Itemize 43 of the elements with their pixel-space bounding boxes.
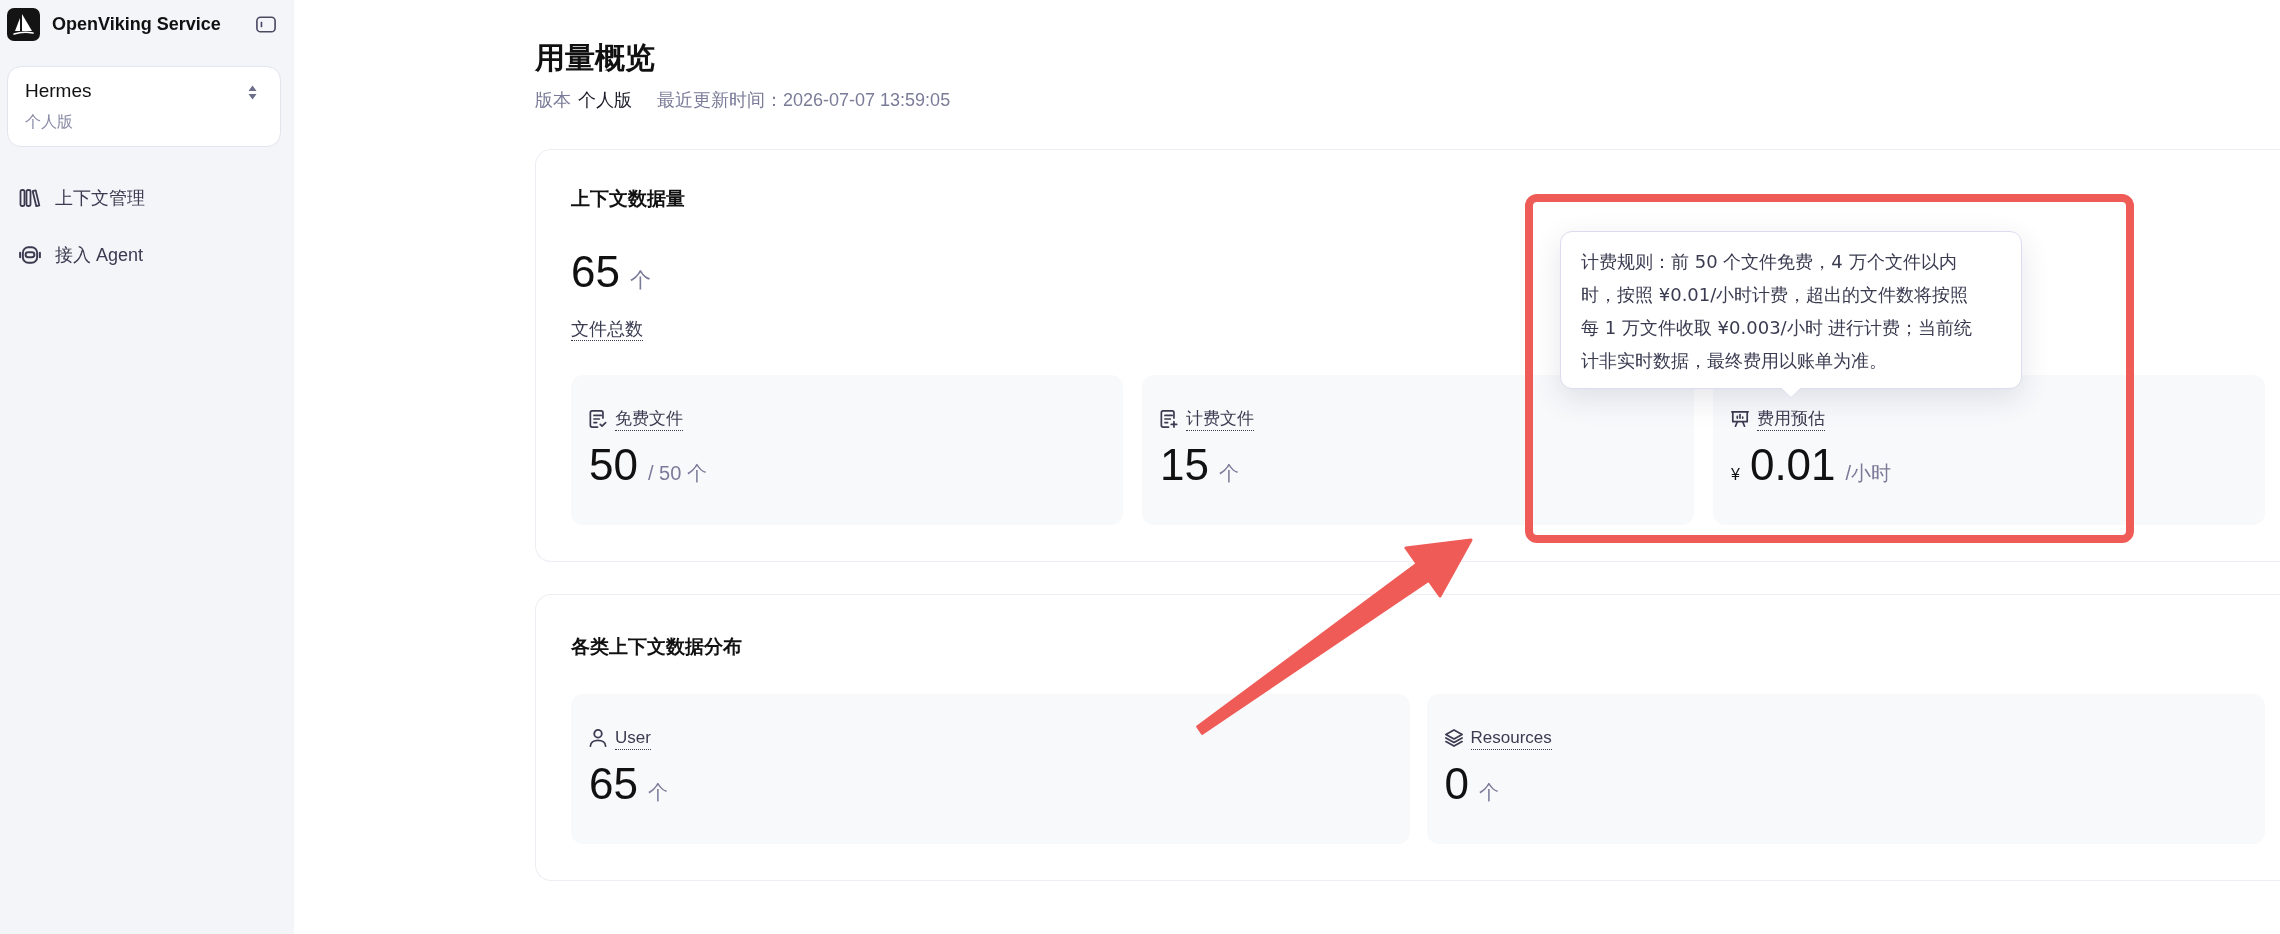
currency-symbol: ¥ (1731, 466, 1740, 484)
tooltip-pointer-icon (1781, 387, 1801, 398)
total-value: 65 (571, 246, 620, 298)
nav-item[interactable]: 接入 Agent (7, 231, 281, 279)
layers-icon (1444, 729, 1463, 747)
edition-value: 个人版 (578, 89, 632, 112)
app-name: OpenViking Service (52, 14, 221, 35)
stat-label[interactable]: 费用预估 (1757, 407, 1825, 431)
stat-unit: 个 (1479, 780, 1499, 805)
workspace-plan: 个人版 (25, 112, 74, 132)
stat-value: 15 (1160, 442, 1209, 488)
stat-label[interactable]: 免费文件 (615, 407, 683, 431)
file-plus-icon (1160, 410, 1178, 428)
nav-item[interactable]: 上下文管理 (7, 174, 281, 222)
stat-unit: / 50 个 (647, 461, 707, 486)
books-icon (19, 189, 41, 207)
stat-unit: /小时 (1845, 461, 1892, 486)
edition-label: 版本 (535, 89, 571, 112)
last-updated: 最近更新时间：2026-07-07 13:59:05 (657, 89, 951, 112)
tooltip: 计费规则：前 50 个文件免费，4 万个文件以内时，按照 ¥0.01/小时计费，超出的文件数将按照每 1 万文件收取 ¥0.003/小时 进行计费；当前统计非实时数据，最终费用以账单为准。 (1560, 230, 2022, 389)
stat-label[interactable]: 计费文件 (1186, 407, 1254, 431)
workspace-name: Hermes (25, 79, 92, 103)
total-label[interactable]: 文件总数 (571, 318, 643, 341)
workspace-selector[interactable]: Hermes 个人版 (7, 66, 281, 147)
total-unit: 个 (629, 267, 651, 293)
chevron-up-down-icon (248, 85, 257, 100)
robot-icon (19, 246, 41, 264)
stat-unit: 个 (1218, 461, 1239, 486)
stat-label[interactable]: User (615, 726, 651, 750)
stat-value: 50 (589, 442, 638, 488)
presentation-board-icon (1731, 410, 1749, 428)
card-title: 上下文数据量 (571, 187, 686, 211)
stat-value: 0.01 (1749, 442, 1836, 488)
sailboat-logo-icon (7, 8, 40, 41)
card-title: 各类上下文数据分布 (571, 635, 743, 659)
stat-value: 65 (589, 761, 638, 807)
file-check-icon (589, 410, 607, 428)
sidebar-toggle-icon[interactable] (256, 16, 276, 33)
stat-unit: 个 (647, 780, 668, 805)
stat-value: 0 (1444, 761, 1469, 807)
stat-label[interactable]: Resources (1470, 726, 1552, 750)
page-title: 用量概览 (535, 40, 656, 76)
user-icon (589, 729, 607, 747)
